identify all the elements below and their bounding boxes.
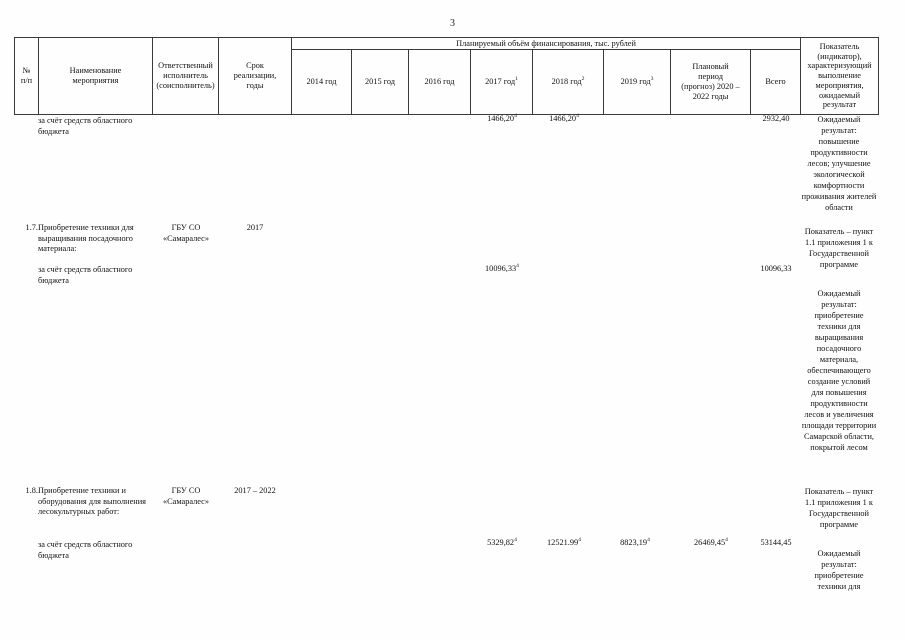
row-continued-y2018: 1466,204 xyxy=(549,113,579,123)
row-continued-indicator: Ожидаемый результат: повышение продуктив… xyxy=(801,115,877,213)
row-1-7-total: 10096,33 xyxy=(760,264,792,273)
row-1-8-y2019: 8823,194 xyxy=(620,537,650,547)
row-1-7-executor: ГБУ СО «Самаралес» xyxy=(154,223,218,244)
row-continued-total: 2932,40 xyxy=(762,114,790,123)
row-1-7-executor-line1: ГБУ СО xyxy=(171,223,201,232)
row-1-8-executor-line1: ГБУ СО xyxy=(171,486,201,495)
row-1-8-term: 2017 – 2022 xyxy=(234,486,276,495)
row-1-8-indicator-expected: Ожидаемый результат: приобретение техник… xyxy=(814,549,864,592)
row-1-8-y2018: 12521.994 xyxy=(547,537,581,547)
row-1-7-y2017: 10096,334 xyxy=(485,263,519,273)
row-1-7-name: Приобретение техники для выращивания пос… xyxy=(38,223,134,254)
row-1-8-executor-line2: «Самаралес» xyxy=(162,496,209,506)
row-1-8-name: Приобретение техники и оборудования для … xyxy=(38,486,146,517)
row-1-7-indicator-primary: Показатель – пункт 1.1 приложения 1 к Го… xyxy=(804,227,874,270)
row-1-8-y2017: 5329,824 xyxy=(487,537,517,547)
row-1-8-number: 1.8. xyxy=(25,486,38,495)
row-1-7-term: 2017 xyxy=(246,223,264,232)
row-1-8-subname: за счёт средств областного бюджета xyxy=(38,540,133,560)
row-1-7-executor-line2: «Самаралес» xyxy=(162,233,209,243)
row-continued-y2017: 1466,204 xyxy=(487,113,517,123)
row-1-7-subname: за счёт средств областного бюджета xyxy=(38,265,133,285)
document-page: 3 № п/п Наименование мероприятия Ответст… xyxy=(0,0,905,640)
row-continued-name: за счёт средств областного бюджета xyxy=(38,116,133,136)
row-1-8-indicator-primary: Показатель – пункт 1.1 приложения 1 к Го… xyxy=(804,487,874,530)
table-body: за счёт средств областного бюджета 1466,… xyxy=(0,0,905,640)
row-1-8-plan-period: 26469,454 xyxy=(694,537,728,547)
row-1-7-indicator-expected: Ожидаемый результат: приобретение техник… xyxy=(801,289,877,453)
row-1-7-number: 1.7. xyxy=(25,223,38,232)
row-1-8-total: 53144,45 xyxy=(760,538,792,547)
row-1-8-executor: ГБУ СО «Самаралес» xyxy=(154,486,218,507)
